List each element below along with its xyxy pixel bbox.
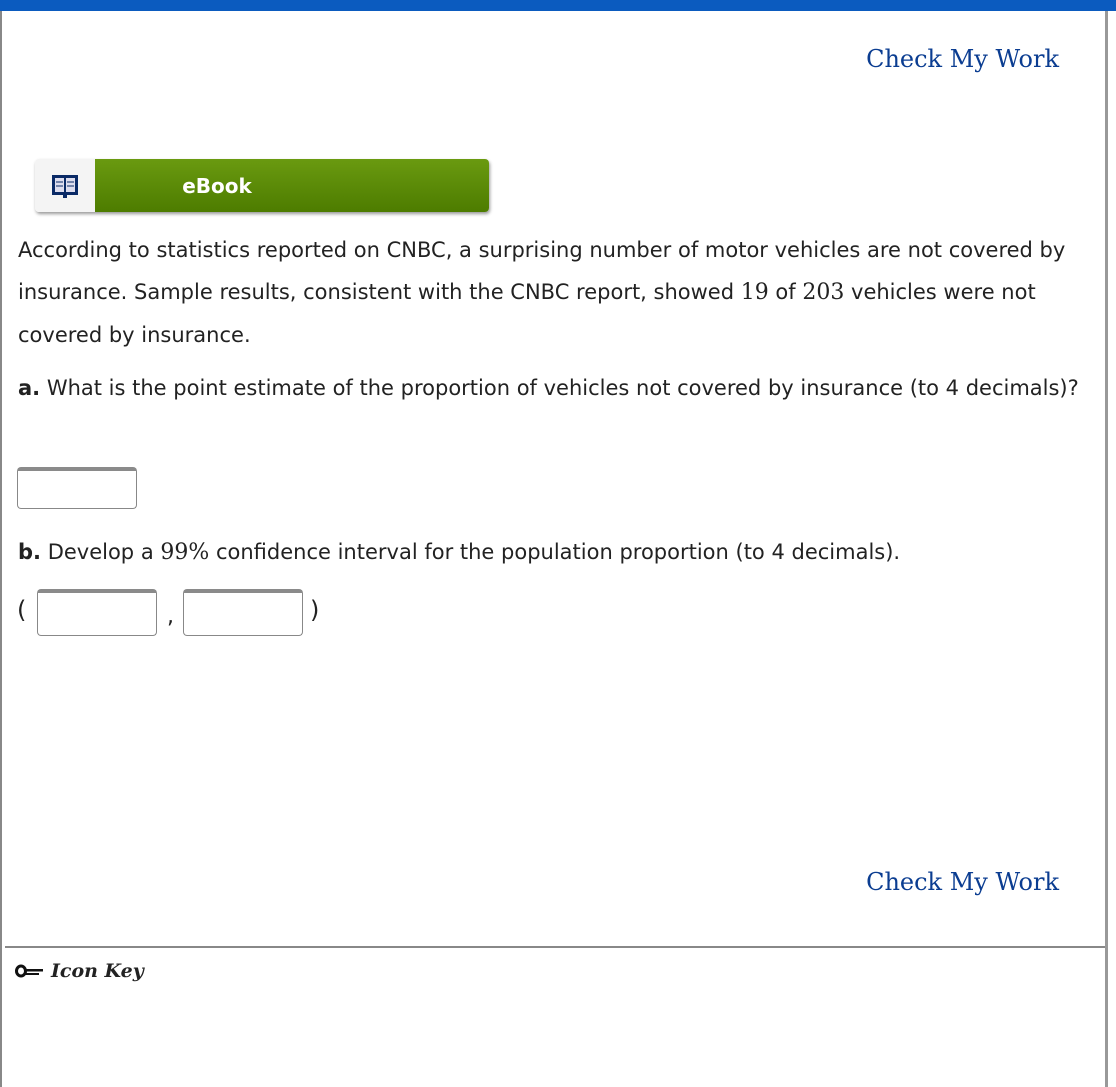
divider — [5, 946, 1105, 948]
part-b-label: b. — [18, 540, 42, 564]
icon-key-link[interactable]: Icon Key — [15, 960, 144, 982]
confidence-level: 99% — [160, 540, 210, 565]
part-b-text: confidence interval for the population p… — [209, 540, 901, 564]
book-icon — [35, 159, 95, 212]
part-a-question: a. What is the point estimate of the pro… — [18, 367, 1093, 409]
count-value: 19 — [740, 280, 769, 305]
part-b-question: b. Develop a 99% confidence interval for… — [18, 531, 1093, 574]
problem-text: According to statistics reported on CNBC… — [18, 229, 1093, 356]
comma: , — [167, 604, 174, 629]
open-paren: ( — [17, 596, 27, 624]
left-border — [0, 11, 2, 1087]
key-icon — [15, 964, 43, 978]
close-paren: ) — [310, 596, 320, 624]
right-border — [1105, 11, 1108, 1087]
upper-bound-input[interactable] — [183, 589, 303, 636]
part-a-label: a. — [18, 376, 41, 400]
check-my-work-link-top[interactable]: Check My Work — [866, 45, 1059, 73]
lower-bound-input[interactable] — [37, 589, 157, 636]
top-bar — [0, 0, 1116, 11]
total-value: 203 — [802, 280, 845, 305]
part-b-text: Develop a — [41, 540, 161, 564]
point-estimate-input[interactable] — [17, 467, 137, 509]
icon-key-label: Icon Key — [51, 960, 144, 982]
ebook-label: eBook — [95, 159, 489, 212]
check-my-work-link-bottom[interactable]: Check My Work — [866, 868, 1059, 896]
ebook-button[interactable]: eBook — [35, 159, 489, 212]
part-a-text: What is the point estimate of the propor… — [40, 376, 1079, 400]
intro-text: of — [768, 280, 803, 304]
